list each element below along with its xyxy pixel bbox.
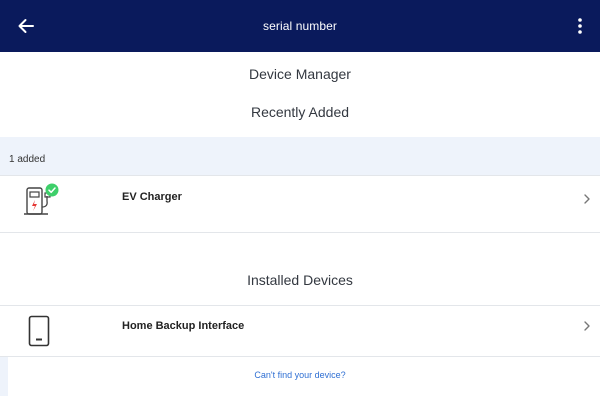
header-title: serial number <box>263 19 337 33</box>
arrow-left-icon <box>18 19 34 33</box>
app-header: serial number <box>0 0 600 52</box>
page-title: Device Manager <box>249 66 351 82</box>
check-badge-icon <box>45 183 59 197</box>
list-item-ev-charger[interactable]: EV Charger <box>0 176 600 233</box>
chevron-right-icon <box>584 194 590 204</box>
back-button[interactable] <box>12 12 40 40</box>
cant-find-device-link[interactable]: Can't find your device? <box>0 370 600 380</box>
list-item-home-backup-interface[interactable]: Home Backup Interface <box>0 306 600 357</box>
added-count-band: 1 added <box>0 137 600 176</box>
added-count: 1 added <box>9 154 46 165</box>
recently-added-title: Recently Added <box>250 104 350 120</box>
list-item-label: Home Backup Interface <box>122 320 245 332</box>
backup-interface-icon <box>28 315 50 347</box>
installed-devices-title: Installed Devices <box>247 272 353 288</box>
list-item-label: EV Charger <box>122 191 182 203</box>
chevron-right-icon <box>584 321 590 331</box>
more-vertical-icon <box>578 18 582 34</box>
more-options-button[interactable] <box>568 12 592 40</box>
